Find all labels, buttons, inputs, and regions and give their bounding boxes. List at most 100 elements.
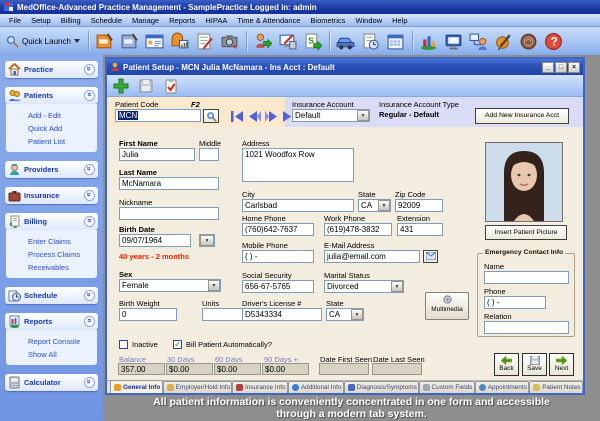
- maximize-button[interactable]: □: [555, 62, 567, 73]
- menu-billing[interactable]: Billing: [56, 16, 86, 25]
- network-users-icon[interactable]: [467, 29, 491, 53]
- save-patient-button[interactable]: [135, 77, 157, 95]
- help-icon[interactable]: ?: [542, 29, 566, 53]
- add-patient-button[interactable]: [110, 77, 132, 95]
- zip-code-input[interactable]: 92009: [395, 199, 443, 212]
- menu-setup[interactable]: Setup: [26, 16, 56, 25]
- sidebar-link-patient-list[interactable]: Patient List: [28, 135, 97, 148]
- verify-clipboard-button[interactable]: [160, 77, 182, 95]
- dropdown-arrow-icon[interactable]: ▼: [391, 281, 403, 292]
- biometrics-icon[interactable]: [517, 29, 541, 53]
- sidebar-link-report-console[interactable]: Report Console: [28, 335, 97, 348]
- mobile-phone-input[interactable]: ( ) -: [242, 250, 314, 263]
- chevron-down-icon[interactable]: »: [84, 164, 95, 175]
- electronic-signature-icon[interactable]: [492, 29, 516, 53]
- chevron-down-icon[interactable]: »: [84, 190, 95, 201]
- first-record-icon[interactable]: [231, 111, 244, 122]
- sidebar-link-show-all[interactable]: Show All: [28, 348, 97, 361]
- work-phone-input[interactable]: (619)478-3832: [324, 223, 392, 236]
- workstation-icon[interactable]: [442, 29, 466, 53]
- insurance-account-select[interactable]: Default▼: [292, 109, 370, 122]
- birth-weight-input[interactable]: 0: [119, 308, 177, 321]
- insert-patient-picture-button[interactable]: Insert Patient Picture: [485, 225, 567, 240]
- tab-custom-fields[interactable]: Custom Fields: [419, 381, 475, 393]
- sidebar-link-quick-add[interactable]: Quick Add: [28, 122, 97, 135]
- patient-referral-icon[interactable]: [251, 29, 275, 53]
- patient-code-input[interactable]: MCN: [115, 109, 201, 122]
- menu-manage[interactable]: Manage: [127, 16, 164, 25]
- home-phone-input[interactable]: (760)642-7637: [242, 223, 314, 236]
- cpt-codes-icon[interactable]: [93, 29, 117, 53]
- birth-date-input[interactable]: 09/07/1964: [119, 234, 191, 247]
- email-input[interactable]: julia@email.com: [324, 250, 420, 263]
- patient-photo-icon[interactable]: [218, 29, 242, 53]
- city-input[interactable]: Carlsbad: [242, 199, 354, 212]
- pending-documents-icon[interactable]: [359, 29, 383, 53]
- inactive-checkbox[interactable]: [119, 340, 128, 349]
- license-state-select[interactable]: CA▼: [326, 308, 364, 321]
- nickname-input[interactable]: [119, 207, 219, 220]
- sidebar-link-enter-claims[interactable]: Enter Claims: [28, 235, 97, 248]
- dropdown-arrow-icon[interactable]: ▼: [208, 280, 220, 291]
- chevron-up-icon[interactable]: »: [84, 316, 95, 327]
- drivers-license-input[interactable]: D5343334: [242, 308, 322, 321]
- send-email-button[interactable]: [423, 250, 438, 263]
- emergency-name-input[interactable]: [484, 271, 569, 284]
- charge-entry-icon[interactable]: [276, 29, 300, 53]
- sidebar-section-schedule[interactable]: Schedule »: [5, 287, 98, 304]
- sidebar-section-reports[interactable]: Reports »: [5, 313, 98, 330]
- next-button[interactable]: Next: [549, 353, 574, 376]
- menu-file[interactable]: File: [4, 16, 26, 25]
- multimedia-button[interactable]: Multimedia: [425, 292, 469, 320]
- last-name-input[interactable]: McNamara: [119, 177, 219, 190]
- tab-appointments[interactable]: Appointments: [475, 381, 529, 393]
- window-titlebar[interactable]: Patient Setup - MCN Julia McNamara - Ins…: [107, 59, 583, 75]
- first-name-input[interactable]: Julia: [119, 148, 195, 161]
- menu-biometrics[interactable]: Biometrics: [305, 16, 350, 25]
- menu-help[interactable]: Help: [387, 16, 412, 25]
- tab-insurance-info[interactable]: Insurance Info: [232, 381, 288, 393]
- tab-additional-info[interactable]: Additional Info: [288, 381, 344, 393]
- dropdown-arrow-icon[interactable]: ▼: [378, 200, 390, 211]
- dropdown-arrow-icon[interactable]: ▼: [357, 110, 369, 121]
- save-button[interactable]: Save: [522, 353, 547, 376]
- chevron-down-icon[interactable]: »: [84, 377, 95, 388]
- practice-reports-icon[interactable]: [417, 29, 441, 53]
- emergency-relation-input[interactable]: [484, 321, 569, 334]
- menu-schedule[interactable]: Schedule: [86, 16, 127, 25]
- transport-icon[interactable]: [334, 29, 358, 53]
- icd-codes-icon[interactable]: [118, 29, 142, 53]
- sidebar-section-providers[interactable]: Providers »: [5, 161, 98, 178]
- sidebar-link-process-claims[interactable]: Process Claims: [28, 248, 97, 261]
- tab-diagnosis-symptoms[interactable]: Diagnosis/Symptoms: [344, 381, 419, 393]
- extension-input[interactable]: 431: [397, 223, 443, 236]
- marital-status-select[interactable]: Divorced▼: [324, 280, 404, 293]
- tab-employer-hold-info[interactable]: Employer/Hold Info: [163, 381, 232, 393]
- middle-input[interactable]: [199, 148, 219, 161]
- tab-general-info[interactable]: General Info: [110, 380, 163, 393]
- back-button[interactable]: Back: [494, 353, 519, 376]
- dropdown-arrow-icon[interactable]: ▼: [200, 235, 214, 246]
- social-security-input[interactable]: 656-67-5765: [242, 280, 314, 293]
- address-input[interactable]: 1021 Woodfox Row: [242, 148, 354, 182]
- menu-time-attendance[interactable]: Time & Attendance: [232, 16, 305, 25]
- menu-window[interactable]: Window: [350, 16, 387, 25]
- dropdown-arrow-icon[interactable]: ▼: [351, 309, 363, 320]
- menu-hipaa[interactable]: HIPAA: [200, 16, 232, 25]
- sidebar-section-practice[interactable]: Practice »: [5, 61, 98, 78]
- sex-select[interactable]: Female▼: [119, 279, 221, 292]
- sidebar-section-billing[interactable]: Billing »: [5, 213, 98, 230]
- patient-search-button[interactable]: [203, 109, 219, 123]
- statements-icon[interactable]: S: [301, 29, 325, 53]
- birth-date-picker[interactable]: ▼: [199, 234, 215, 247]
- quick-launch-button[interactable]: Quick Launch: [4, 35, 84, 48]
- emergency-phone-input[interactable]: ( ) -: [484, 296, 546, 309]
- progress-notes-icon[interactable]: [193, 29, 217, 53]
- chevron-up-icon[interactable]: »: [84, 216, 95, 227]
- patient-card-icon[interactable]: [143, 29, 167, 53]
- add-new-insurance-button[interactable]: Add New Insurance Acct: [475, 108, 569, 124]
- next-record-icon[interactable]: [265, 111, 278, 122]
- chevron-up-icon[interactable]: »: [84, 90, 95, 101]
- menu-reports[interactable]: Reports: [164, 16, 200, 25]
- fee-calendar-icon[interactable]: [384, 29, 408, 53]
